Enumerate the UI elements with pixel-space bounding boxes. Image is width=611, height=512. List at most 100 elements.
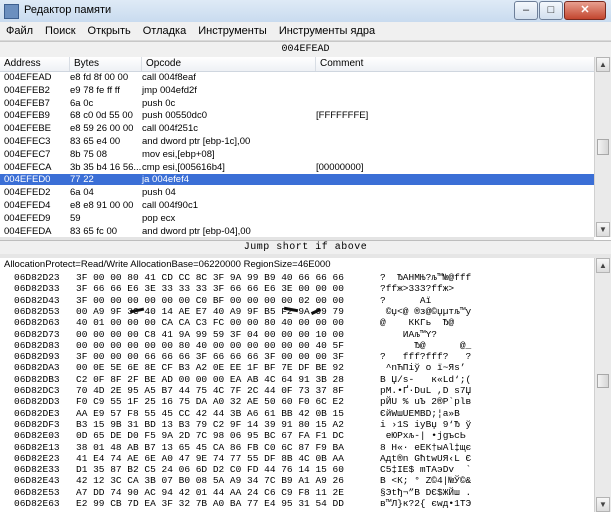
column-opcode[interactable]: Opcode [142, 57, 316, 71]
menu-kernel-tools[interactable]: Инструменты ядра [273, 22, 381, 40]
hex-row[interactable]: 06D82DA3 00 0E 5E 6E 8E CF B3 A2 0E EE 1F… [0, 362, 594, 373]
row-opcode: pop ecx [142, 212, 176, 224]
hex-scroll-thumb[interactable] [597, 374, 609, 388]
minimize-button[interactable]: – [514, 1, 538, 20]
hex-address: 06D82E33 [14, 464, 60, 476]
hex-bytes: 3F 00 00 80 41 CD CC 8C 3F 9A 99 B9 40 6… [76, 272, 344, 283]
hex-row[interactable]: 06D82D43 3F 00 00 00 00 00 00 C0 BF 00 00… [0, 295, 594, 306]
hex-bytes: AA E9 57 F8 55 45 CC 42 44 3B A6 61 BB 4… [76, 407, 344, 419]
disasm-row[interactable]: 004EFED9 59 pop ecx [0, 213, 594, 224]
row-opcode: push 00550dc0 [142, 110, 207, 122]
hex-row[interactable]: 06D82D73 00 00 00 00 C8 41 9A 99 59 3F 04… [0, 329, 594, 340]
row-bytes: 83 65 e4 00 [70, 136, 121, 147]
hex-bytes: 00 A9 9F 3C 40 14 AE E7 40 A9 9F B5 F2 9… [76, 305, 344, 317]
hex-row[interactable]: 06D82E13 38 01 48 AB B7 13 65 45 CA 86 FB… [0, 442, 594, 453]
hex-scroll-up-button[interactable]: ▲ [596, 258, 610, 273]
row-opcode: and dword ptr [ebp-04],00 [142, 225, 251, 237]
hex-bytes: C2 0F 8F 2F BE AD 00 00 00 EA AB 4C 64 9… [76, 373, 344, 385]
pane-splitter[interactable] [0, 254, 611, 258]
hex-row[interactable]: 06D82D23 3F 00 00 80 41 CD CC 8C 3F 9A 99… [0, 272, 594, 283]
hex-row[interactable]: 06D82DC3 70 4D 2E 95 A5 B7 44 75 4C 7F 2C… [0, 385, 594, 396]
row-bytes: 83 65 fc 00 [70, 225, 118, 237]
disasm-row[interactable]: 004EFEC7 8b 75 08 mov esi,[ebp+08] [0, 149, 594, 160]
disasm-scrollbar[interactable]: ▲ ▼ [594, 57, 611, 237]
hex-row[interactable]: 06D82DF3 B3 15 9B 31 BD 13 B3 79 C2 9F 14… [0, 419, 594, 430]
hex-bytes: F0 C9 55 1F 25 16 75 DA A0 32 AE 50 60 F… [76, 396, 344, 408]
hex-row[interactable]: 06D82DB3 C2 0F 8F 2F BE AD 00 00 00 EA AB… [0, 374, 594, 385]
row-address: 004EFEAD [4, 72, 52, 83]
hex-ascii: ? Аї [380, 294, 432, 306]
hex-row[interactable]: 06D82DD3 F0 C9 55 1F 25 16 75 DA A0 32 AE… [0, 396, 594, 407]
hex-row[interactable]: 06D82DE3 AA E9 57 F8 55 45 CC 42 44 3B A6… [0, 408, 594, 419]
disasm-row[interactable]: 004EFEB9 68 c0 0d 55 00 push 00550dc0 [FFFF… [0, 110, 594, 121]
disasm-row[interactable]: 004EFEB7 6a 0c push 0c [0, 98, 594, 109]
hex-address: 06D82D23 [14, 272, 60, 283]
row-bytes: 8b 75 08 [70, 148, 107, 160]
current-address[interactable]: 004EFEAD [0, 41, 611, 58]
disasm-row[interactable]: 004EFED2 6a 04 push 04 [0, 187, 594, 198]
hex-scroll-down-button[interactable]: ▼ [596, 497, 610, 512]
hex-scrollbar[interactable]: ▲ ▼ [594, 258, 611, 512]
hex-ascii: eЮРхљ-| •јgъсЬ [380, 430, 466, 442]
scroll-down-button[interactable]: ▼ [596, 222, 610, 237]
hex-bytes: A7 DD 74 90 AC 94 42 01 44 AA 24 C6 C9 F… [76, 486, 344, 498]
hex-row[interactable]: 06D82E33 D1 35 87 B2 C5 24 06 6D D2 C0 FD… [0, 464, 594, 475]
column-comment[interactable]: Comment [316, 57, 594, 71]
column-bytes[interactable]: Bytes [70, 57, 142, 71]
disasm-row-selected[interactable]: 004EFED0 77 22 ja 004efef4 [0, 174, 594, 186]
hex-bytes: 3F 00 00 00 66 66 66 3F 66 66 66 3F 00 0… [76, 351, 344, 363]
hex-ascii: рЙU % uЪ 2®P`рlв [380, 396, 472, 408]
column-address[interactable]: Address [0, 57, 70, 71]
row-address: 004EFEB9 [4, 110, 50, 122]
close-button[interactable]: ✕ [564, 1, 606, 20]
hex-address: 06D82D73 [14, 328, 60, 340]
hex-address: 06D82E03 [14, 430, 60, 442]
hex-address: 06D82D43 [14, 294, 60, 306]
row-opcode: call 004f8eaf [142, 72, 196, 83]
hex-bytes: B3 15 9B 31 BD 13 B3 79 C2 9F 14 39 91 8… [76, 418, 344, 430]
menu-debug[interactable]: Отладка [137, 22, 192, 40]
hex-row[interactable]: 06D82E63 E2 99 CB 7D EA 3F 32 7B A0 BA 77… [0, 498, 594, 509]
hex-dump[interactable]: 06D82D23 3F 00 00 80 41 CD CC 8C 3F 9A 99… [0, 272, 594, 512]
disasm-scroll-thumb[interactable] [597, 139, 609, 155]
hex-row[interactable]: 06D82D93 3F 00 00 00 66 66 66 3F 66 66 66… [0, 351, 594, 362]
disasm-row[interactable]: 004EFEC3 83 65 e4 00 and dword ptr [ebp-1c… [0, 136, 594, 147]
hex-address: 06D82DF3 [14, 418, 60, 430]
disassembly-list[interactable]: 004EFEAD e8 fd 8f 00 00 call 004f8eaf 004EF… [0, 72, 594, 237]
hex-address: 06D82E43 [14, 475, 60, 487]
hex-row[interactable]: 06D82D33 3F 66 66 E6 3E 33 33 33 3F 66 66… [0, 283, 594, 294]
hex-row[interactable]: 06D82E53 A7 DD 74 90 AC 94 42 01 44 AA 24… [0, 487, 594, 498]
hex-ascii: ИAљ™Y? [380, 328, 438, 340]
disasm-row[interactable]: 004EFEBE e8 59 26 00 00 call 004f251c [0, 123, 594, 134]
hex-row[interactable]: 06D82E03 0D 65 DE D0 F5 9A 2D 7C 98 06 95… [0, 430, 594, 441]
scroll-up-button[interactable]: ▲ [596, 57, 610, 72]
disasm-row[interactable]: 004EFEB2 e9 78 fe ff ff jmp 004efd2f [0, 85, 594, 96]
hex-ascii: ЄйWшUEМBD;¦a»B [380, 407, 460, 419]
row-opcode: mov esi,[ebp+08] [142, 148, 215, 160]
hex-ascii: ©џ<@ ®з@©џµтљ™y [380, 305, 472, 317]
row-address: 004EFEBE [4, 123, 51, 135]
hex-ascii: Ђ@ @_ [380, 339, 472, 351]
hex-ascii: §Эtђ¬”B DЄ$ЖЙш . [380, 486, 472, 498]
row-bytes: 68 c0 0d 55 00 [70, 110, 133, 122]
disasm-row[interactable]: 004EFEAD e8 fd 8f 00 00 call 004f8eaf [0, 72, 594, 83]
row-address: 004EFEB7 [4, 97, 50, 109]
row-bytes: 77 22 [70, 174, 94, 186]
hex-row[interactable]: 06D82E43 42 12 3C CA 3B 07 B0 08 5A A9 34… [0, 475, 594, 486]
row-bytes: 6a 04 [70, 187, 94, 199]
disasm-row[interactable]: 004EFED4 e8 e8 91 00 00 call 004f90c1 [0, 200, 594, 211]
hex-row[interactable]: 06D82D83 00 00 00 00 00 00 80 40 00 00 00… [0, 340, 594, 351]
menu-tools[interactable]: Инструменты [192, 22, 273, 40]
hex-address: 06D82DD3 [14, 396, 60, 408]
menu-search[interactable]: Поиск [39, 22, 81, 40]
menu-file[interactable]: Файл [0, 22, 39, 40]
row-bytes: 3b 35 b4 16 56... [70, 161, 142, 173]
hex-address: 06D82D93 [14, 351, 60, 363]
hex-bytes: 3F 66 66 E6 3E 33 33 33 3F 66 66 E6 3E 0… [76, 283, 344, 295]
maximize-button[interactable]: □ [539, 1, 563, 20]
hex-row[interactable]: 06D82D63 40 01 00 00 00 CA CA C3 FC 00 00… [0, 317, 594, 328]
hex-row[interactable]: 06D82E23 41 E4 74 AE 6E A0 47 9E 74 77 55… [0, 453, 594, 464]
disasm-row[interactable]: 004EFEDA 83 65 fc 00 and dword ptr [ebp-04… [0, 226, 594, 237]
disasm-row[interactable]: 004EFECA 3b 35 b4 16 56... cmp esi,[005616… [0, 162, 594, 173]
menu-open[interactable]: Открыть [82, 22, 137, 40]
